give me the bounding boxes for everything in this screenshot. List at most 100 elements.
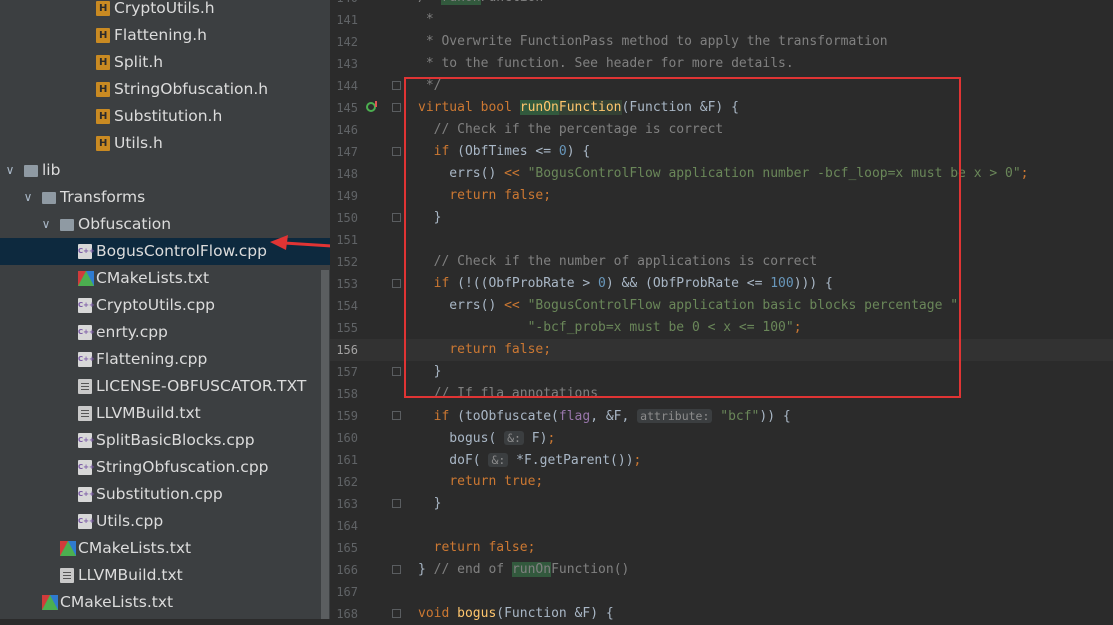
- tree-item[interactable]: SplitBasicBlocks.cpp: [0, 427, 330, 454]
- tree-item[interactable]: Utils.h: [0, 130, 330, 157]
- code-line[interactable]: 168 void bogus(Function &F) {: [330, 603, 1113, 625]
- code-line[interactable]: 160 bogus( &: F);: [330, 427, 1113, 449]
- cpp-file-icon: [78, 427, 95, 454]
- line-number: 167: [336, 585, 358, 599]
- code-line[interactable]: 165 return false;: [330, 537, 1113, 559]
- tree-item[interactable]: CMakeLists.txt: [0, 589, 330, 616]
- code-line[interactable]: 153 if (!((ObfProbRate > 0) && (ObfProbR…: [330, 273, 1113, 295]
- fold-marker-icon[interactable]: [392, 367, 401, 376]
- tree-item[interactable]: CryptoUtils.h: [0, 0, 330, 22]
- fold-marker-icon[interactable]: [392, 609, 401, 618]
- line-number: 147: [336, 145, 358, 159]
- folder-icon: [24, 165, 38, 177]
- code-line[interactable]: 141 *: [330, 9, 1113, 31]
- fold-marker-icon[interactable]: [392, 103, 401, 112]
- tree-item[interactable]: ∨ Transforms: [0, 184, 330, 211]
- tree-item[interactable]: Substitution.h: [0, 103, 330, 130]
- code-line[interactable]: 152 // Check if the number of applicatio…: [330, 251, 1113, 273]
- code-text: // Check if the percentage is correct: [433, 122, 724, 137]
- tree-item[interactable]: Flattening.cpp: [0, 346, 330, 373]
- fold-marker-icon[interactable]: [392, 565, 401, 574]
- cpp-file-icon: [78, 238, 95, 265]
- code-line[interactable]: 142 * Overwrite FunctionPass method to a…: [330, 31, 1113, 53]
- line-number: 157: [336, 365, 358, 379]
- code-line[interactable]: 156 return false;: [330, 339, 1113, 361]
- header-file-icon: [96, 0, 110, 22]
- tree-item-label: Transforms: [60, 188, 146, 206]
- code-line[interactable]: 167: [330, 581, 1113, 603]
- cpp-file-icon: [78, 346, 95, 373]
- code-text: bogus( &: F);: [418, 431, 556, 446]
- tree-item-label: Utils.h: [114, 134, 163, 152]
- tree-item[interactable]: Substitution.cpp: [0, 481, 330, 508]
- chevron-down-icon[interactable]: ∨: [22, 184, 34, 211]
- header-file-icon: [96, 49, 110, 76]
- tree-item[interactable]: StringObfuscation.cpp: [0, 454, 330, 481]
- code-line[interactable]: 149 return false;: [330, 185, 1113, 207]
- code-line[interactable]: 157 }: [330, 361, 1113, 383]
- code-line[interactable]: 166} // end of runOnFunction(): [330, 559, 1113, 581]
- tree-item[interactable]: Split.h: [0, 49, 330, 76]
- code-text: */: [418, 78, 442, 93]
- code-text: *: [418, 12, 434, 27]
- tree-item[interactable]: LICENSE-OBFUSCATOR.TXT: [0, 373, 330, 400]
- line-number: 141: [336, 13, 358, 27]
- tree-item[interactable]: CryptoUtils.cpp: [0, 292, 330, 319]
- project-tree-scrollbar[interactable]: [321, 270, 329, 619]
- code-line[interactable]: 161 doF( &: *F.getParent());: [330, 449, 1113, 471]
- code-line[interactable]: 163 }: [330, 493, 1113, 515]
- tree-item-label: Substitution.cpp: [96, 485, 223, 503]
- folder-icon: [60, 219, 74, 231]
- tree-item[interactable]: ∨ lib: [0, 157, 330, 184]
- tree-item-label: SplitBasicBlocks.cpp: [96, 431, 255, 449]
- code-line[interactable]: 155 "-bcf_prob=x must be 0 < x <= 100";: [330, 317, 1113, 339]
- tree-item-label: Flattening.h: [114, 26, 207, 44]
- tree-item[interactable]: enrty.cpp: [0, 319, 330, 346]
- tree-item[interactable]: Flattening.h: [0, 22, 330, 49]
- code-line[interactable]: 164: [330, 515, 1113, 537]
- code-line[interactable]: 147 if (ObfTimes <= 0) {: [330, 141, 1113, 163]
- code-line[interactable]: 162 return true;: [330, 471, 1113, 493]
- code-line[interactable]: 145 virtual bool runOnFunction(Function &…: [330, 97, 1113, 119]
- code-line[interactable]: 146 // Check if the percentage is correc…: [330, 119, 1113, 141]
- chevron-down-icon[interactable]: ∨: [40, 211, 52, 238]
- code-text: doF( &: *F.getParent());: [418, 453, 642, 468]
- fold-marker-icon[interactable]: [392, 213, 401, 222]
- text-file-icon: [78, 379, 92, 394]
- code-line[interactable]: 143 * to the function. See header for mo…: [330, 53, 1113, 75]
- fold-marker-icon[interactable]: [392, 279, 401, 288]
- cpp-file-icon: [78, 508, 95, 535]
- fold-marker-icon[interactable]: [392, 147, 401, 156]
- tree-item[interactable]: LLVMBuild.txt: [0, 400, 330, 427]
- code-text: * Overwrite FunctionPass method to apply…: [418, 34, 888, 49]
- tree-item-label: Substitution.h: [114, 107, 223, 125]
- code-text: virtual bool runOnFunction(Function &F) …: [418, 100, 739, 115]
- code-line[interactable]: 144 */: [330, 75, 1113, 97]
- line-number: 149: [336, 189, 358, 203]
- tree-item[interactable]: StringObfuscation.h: [0, 76, 330, 103]
- line-number: 151: [336, 233, 358, 247]
- fold-marker-icon[interactable]: [392, 411, 401, 420]
- code-line[interactable]: 158 // If fla annotations: [330, 383, 1113, 405]
- code-line[interactable]: 140 /* runOnFunction: [330, 0, 1113, 9]
- tree-item[interactable]: ∨ Obfuscation: [0, 211, 330, 238]
- code-line[interactable]: 150 }: [330, 207, 1113, 229]
- code-text: if (toObfuscate(flag, &F, attribute: "bc…: [433, 409, 791, 424]
- code-editor[interactable]: 140/* runOnFunction141 *142 * Overwrite …: [330, 0, 1113, 621]
- code-line[interactable]: 148 errs() << "BogusControlFlow applicat…: [330, 163, 1113, 185]
- tree-item[interactable]: LLVMBuild.txt: [0, 562, 330, 589]
- chevron-down-icon[interactable]: ∨: [4, 157, 16, 184]
- code-line[interactable]: 151: [330, 229, 1113, 251]
- code-text: return true;: [449, 474, 544, 489]
- tree-item-label: BogusControlFlow.cpp: [96, 242, 267, 260]
- fold-marker-icon[interactable]: [392, 81, 401, 90]
- cmake-icon: [78, 271, 94, 286]
- cpp-file-icon: [78, 292, 95, 319]
- tree-item[interactable]: CMakeLists.txt: [0, 535, 330, 562]
- code-line[interactable]: 159 if (toObfuscate(flag, &F, attribute:…: [330, 405, 1113, 427]
- tree-item[interactable]: Utils.cpp: [0, 508, 330, 535]
- line-number: 140: [330, 0, 358, 9]
- code-line[interactable]: 154 errs() << "BogusControlFlow applicat…: [330, 295, 1113, 317]
- fold-marker-icon[interactable]: [392, 499, 401, 508]
- tree-item[interactable]: CMakeLists.txt: [0, 265, 330, 292]
